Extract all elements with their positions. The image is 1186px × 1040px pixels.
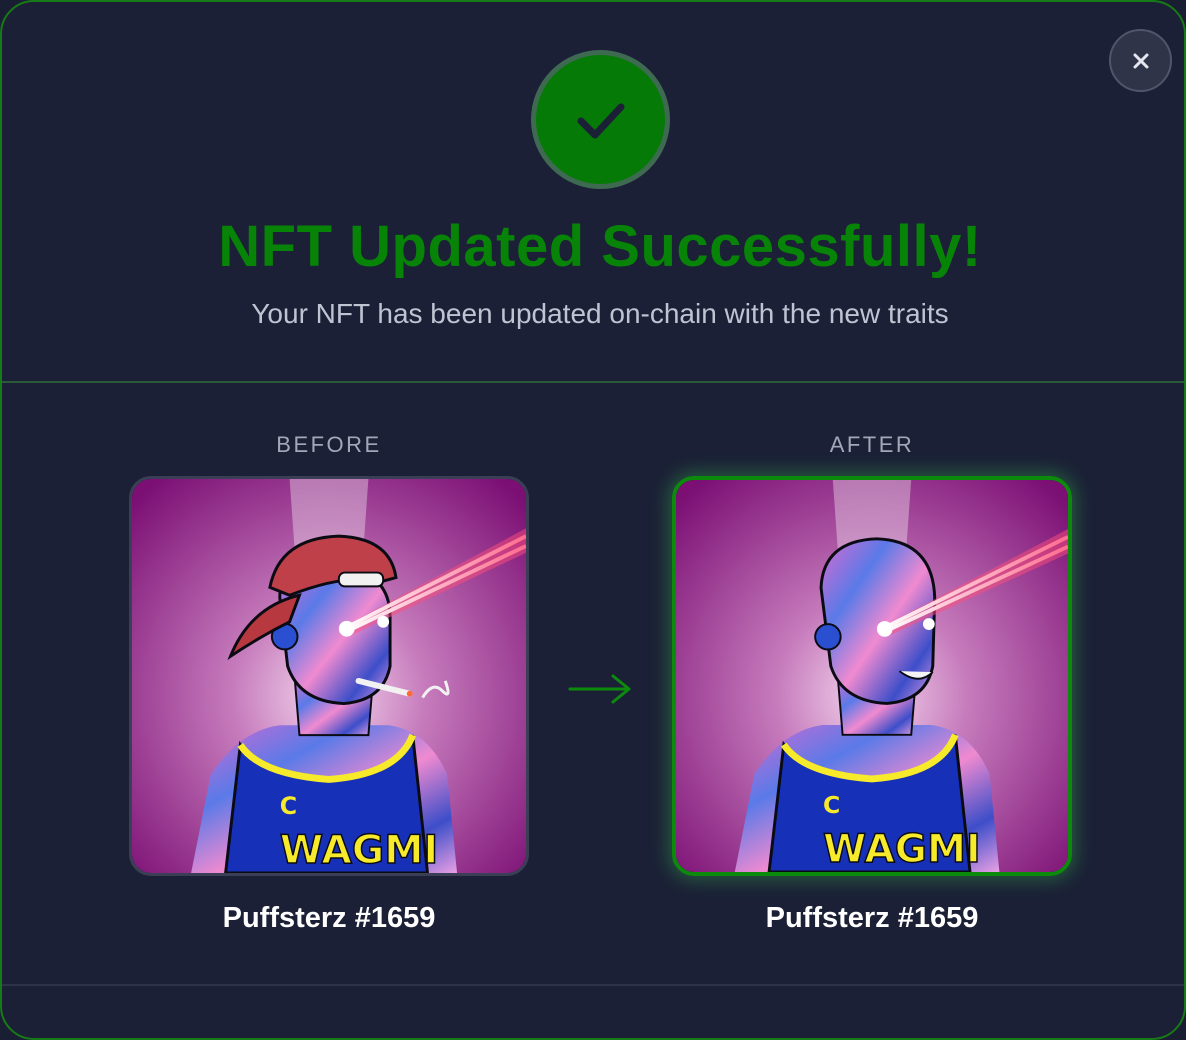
divider: [2, 381, 1184, 383]
close-button[interactable]: [1109, 29, 1172, 92]
dialog-subtitle: Your NFT has been updated on-chain with …: [251, 298, 949, 329]
jersey-text: WAGMI: [823, 827, 981, 872]
success-dialog: NFT Updated Successfully! Your NFT has b…: [0, 0, 1186, 1040]
before-nft-image: C WAGMI: [129, 476, 529, 876]
before-nft-name: Puffsterz #1659: [222, 902, 436, 934]
jersey-text: WAGMI: [280, 827, 438, 873]
close-icon: [1133, 53, 1148, 68]
arrow-right-icon: [568, 674, 631, 704]
after-label: AFTER: [829, 432, 915, 457]
jersey-letter: C: [823, 791, 840, 819]
dialog-title: NFT Updated Successfully!: [218, 214, 982, 279]
jersey-letter: C: [280, 792, 297, 820]
success-badge: [531, 50, 670, 189]
after-nft-image: C WAGMI: [672, 476, 1072, 876]
footer-divider: [2, 984, 1184, 986]
after-nft-name: Puffsterz #1659: [765, 902, 979, 934]
checkmark-icon: [577, 103, 624, 138]
before-label: BEFORE: [276, 432, 382, 457]
